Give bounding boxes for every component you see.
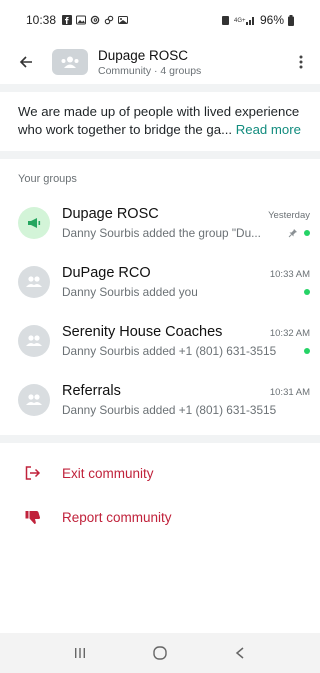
group-meta bbox=[304, 288, 310, 295]
group-body: DuPage RCO 10:33 AM Danny Sourbis added … bbox=[62, 265, 310, 299]
group-icon bbox=[26, 393, 42, 405]
more-vert-icon bbox=[299, 55, 303, 69]
recent-apps-icon bbox=[75, 648, 85, 658]
report-community-label: Report community bbox=[62, 509, 172, 525]
group-avatar bbox=[18, 265, 50, 298]
header: Dupage ROSC Community · 4 groups bbox=[0, 40, 320, 84]
read-more-link[interactable]: Read more bbox=[236, 122, 301, 137]
home-icon bbox=[153, 646, 167, 660]
battery-icon bbox=[288, 14, 294, 26]
group-time: 10:31 AM bbox=[269, 386, 310, 398]
group-time: Yesterday bbox=[268, 209, 310, 221]
group-meta bbox=[304, 347, 310, 354]
group-meta bbox=[288, 228, 310, 238]
group-name: DuPage RCO bbox=[62, 264, 151, 281]
group-body: Dupage ROSC Yesterday Danny Sourbis adde… bbox=[62, 206, 310, 240]
megaphone-icon bbox=[28, 217, 41, 228]
divider bbox=[0, 435, 320, 443]
group-body: Serenity House Coaches 10:32 AM Danny So… bbox=[62, 324, 310, 358]
exit-community-button[interactable]: Exit community bbox=[0, 451, 320, 495]
unread-dot bbox=[304, 347, 310, 354]
back-arrow-icon bbox=[19, 56, 32, 68]
status-right: 4G+ 96% bbox=[221, 13, 294, 27]
community-info[interactable]: Dupage ROSC Community · 4 groups bbox=[98, 48, 292, 77]
community-title: Dupage ROSC bbox=[98, 47, 189, 63]
section-label: Your groups bbox=[18, 173, 77, 185]
community-avatar[interactable] bbox=[52, 49, 88, 75]
group-item-dupage-rco[interactable]: DuPage RCO 10:33 AM Danny Sourbis added … bbox=[0, 252, 320, 311]
svg-text:4G+: 4G+ bbox=[234, 18, 246, 24]
back-button[interactable] bbox=[14, 50, 38, 74]
back-nav-button[interactable] bbox=[228, 641, 252, 665]
group-top: DuPage RCO 10:33 AM bbox=[62, 265, 310, 281]
group-top: Serenity House Coaches 10:32 AM bbox=[62, 324, 310, 340]
chevron-left-icon bbox=[235, 647, 244, 659]
group-name: Referrals bbox=[62, 382, 121, 399]
gallery-icon bbox=[76, 15, 87, 25]
link-icon bbox=[104, 15, 114, 25]
pin-icon bbox=[288, 228, 297, 237]
group-bottom: Danny Sourbis added +1 (801) 631-3515 bbox=[62, 344, 310, 358]
clock: 10:38 bbox=[26, 13, 57, 27]
home-button[interactable] bbox=[148, 641, 172, 665]
group-icon bbox=[26, 275, 42, 287]
community-icon bbox=[61, 56, 79, 68]
group-item-serenity-house-coaches[interactable]: Serenity House Coaches 10:32 AM Danny So… bbox=[0, 311, 320, 370]
group-item-referrals[interactable]: Referrals 10:31 AM Danny Sourbis added +… bbox=[0, 370, 320, 429]
group-name: Dupage ROSC bbox=[62, 205, 159, 222]
group-bottom: Danny Sourbis added you bbox=[62, 285, 310, 299]
battery-level: 96% bbox=[259, 13, 284, 27]
threads-icon bbox=[90, 15, 100, 25]
status-bar: 10:38 4G+ 96% bbox=[0, 0, 320, 40]
overflow-menu-button[interactable] bbox=[292, 50, 310, 74]
report-community-button[interactable]: Report community bbox=[0, 495, 320, 539]
exit-icon bbox=[24, 464, 42, 482]
group-avatar bbox=[18, 206, 50, 239]
thumbs-down-icon bbox=[24, 508, 42, 526]
group-last-message: Danny Sourbis added +1 (801) 631-3515 bbox=[62, 343, 277, 358]
group-bottom: Danny Sourbis added +1 (801) 631-3515 bbox=[62, 403, 310, 417]
group-top: Dupage ROSC Yesterday bbox=[62, 206, 310, 222]
exit-community-label: Exit community bbox=[62, 465, 154, 481]
group-bottom: Danny Sourbis added the group "Du... bbox=[62, 226, 310, 240]
community-subtitle: Community · 4 groups bbox=[98, 64, 202, 77]
group-body: Referrals 10:31 AM Danny Sourbis added +… bbox=[62, 383, 310, 417]
recent-apps-button[interactable] bbox=[68, 641, 92, 665]
system-nav-bar bbox=[0, 633, 320, 673]
unread-dot bbox=[304, 229, 310, 236]
signal-icon: 4G+ bbox=[234, 16, 254, 25]
group-item-dupage-rosc[interactable]: Dupage ROSC Yesterday Danny Sourbis adde… bbox=[0, 193, 320, 252]
group-time: 10:32 AM bbox=[269, 327, 310, 339]
unread-dot bbox=[304, 288, 310, 295]
group-last-message: Danny Sourbis added the group "Du... bbox=[62, 225, 261, 240]
status-left: 10:38 bbox=[26, 13, 129, 27]
image-icon bbox=[118, 16, 129, 24]
group-avatar bbox=[18, 324, 50, 357]
alarm-icon bbox=[221, 15, 229, 25]
group-time: 10:33 AM bbox=[269, 268, 310, 280]
group-top: Referrals 10:31 AM bbox=[62, 383, 310, 399]
divider bbox=[0, 84, 320, 92]
facebook-icon bbox=[62, 15, 73, 25]
group-icon bbox=[26, 334, 42, 346]
divider bbox=[0, 151, 320, 159]
notification-icons bbox=[62, 15, 129, 25]
community-description: We are made up of people with lived expe… bbox=[0, 92, 320, 151]
group-last-message: Danny Sourbis added you bbox=[62, 284, 198, 299]
group-last-message: Danny Sourbis added +1 (801) 631-3515 bbox=[62, 402, 277, 417]
group-avatar bbox=[18, 383, 50, 416]
group-name: Serenity House Coaches bbox=[62, 323, 223, 340]
